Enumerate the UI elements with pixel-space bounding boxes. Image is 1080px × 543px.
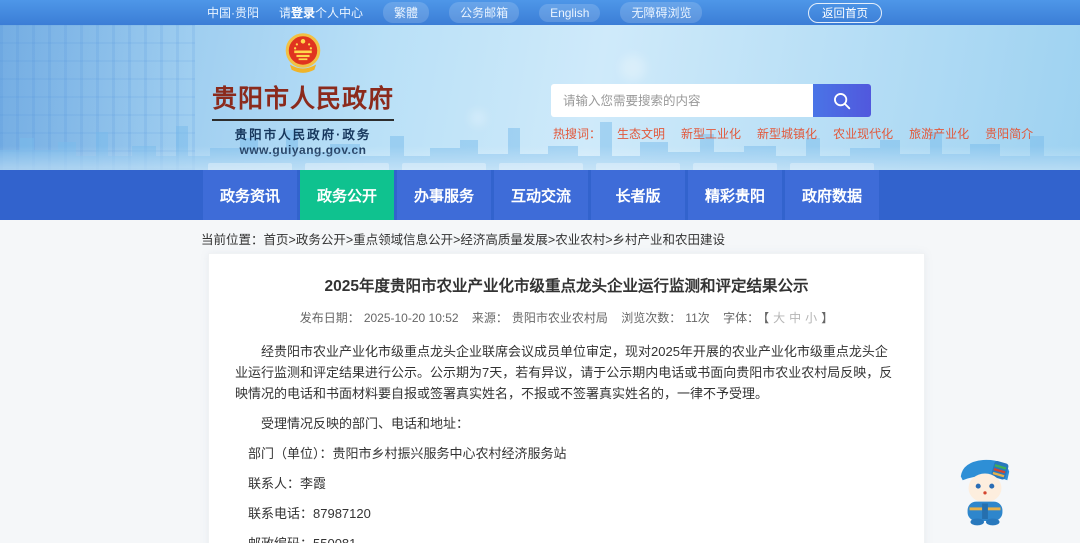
- site-url: www.guiyang.gov.cn: [239, 143, 367, 157]
- views-value: 11次: [685, 311, 710, 325]
- site-logo[interactable]: 贵阳市人民政府 贵阳市人民政府·政务 www.guiyang.gov.cn: [212, 31, 394, 157]
- site-title: 贵阳市人民政府: [212, 86, 395, 113]
- bracket-close: 】: [821, 311, 834, 325]
- bokeh-decor: [620, 55, 646, 81]
- nav-item-services[interactable]: 办事服务: [397, 163, 491, 220]
- publish-date: 2025-10-20 10:52: [363, 311, 459, 325]
- national-emblem-icon: [285, 33, 321, 73]
- contact-person: 联系人：李霞: [248, 476, 327, 491]
- hot-word-link[interactable]: 新型城镇化: [757, 125, 817, 142]
- article-meta: 发布日期： 2025-10-20 10:52 来源： 贵阳市农业农村局 浏览次数： 1…: [235, 309, 898, 326]
- nav-item-interaction[interactable]: 互动交流: [494, 163, 588, 220]
- nav-item-highlights[interactable]: 精彩贵阳: [688, 163, 782, 220]
- breadcrumb: 当前位置：首页>政务公开>重点领域信息公开>经济高质量发展>农业农村>乡村产业和…: [201, 229, 725, 248]
- font-size-medium-button[interactable]: 中: [789, 311, 801, 325]
- official-mailbox-link[interactable]: 公务邮箱: [449, 2, 520, 23]
- font-size-label: 字体：: [723, 311, 760, 325]
- hot-word-link[interactable]: 生态文明: [617, 125, 665, 142]
- nav-item-gov-data[interactable]: 政府数据: [785, 163, 879, 220]
- nav-item-news[interactable]: 政务资讯: [203, 163, 297, 220]
- publish-date-label: 发布日期：: [299, 311, 360, 325]
- mascot-assistant[interactable]: [954, 452, 1016, 526]
- bracket-open: 【: [763, 311, 770, 325]
- accessibility-link[interactable]: 无障碍浏览: [620, 2, 703, 23]
- hot-search-label: 热搜词：: [553, 127, 602, 141]
- article-paragraph: 经贵阳市农业产业化市级重点龙头企业联席会议成员单位审定，现对2025年开展的农业…: [235, 344, 893, 401]
- region-link[interactable]: 中国·贵阳: [207, 4, 259, 21]
- topbar: 中国·贵阳 请登录个人中心 繁體 公务邮箱 English 无障碍浏览 返回首页: [0, 0, 1080, 25]
- login-prefix: 请: [279, 6, 292, 20]
- main-nav: 政务资讯 政务公开 办事服务 互动交流 长者版 精彩贵阳 政府数据: [0, 163, 1080, 220]
- return-home-button[interactable]: 返回首页: [808, 3, 882, 23]
- mascot-icon: [958, 459, 1012, 526]
- search-input[interactable]: [551, 84, 813, 117]
- contact-department: 部门（单位）：贵阳市乡村振兴服务中心农村经济服务站: [248, 446, 567, 461]
- source-label: 来源：: [471, 311, 508, 325]
- login-bold: 登录: [291, 6, 316, 20]
- hot-word-link[interactable]: 贵阳简介: [985, 125, 1033, 142]
- views-label: 浏览次数：: [621, 311, 682, 325]
- source-value: 贵阳市农业农村局: [511, 311, 608, 325]
- search-bar: [551, 84, 871, 117]
- english-link[interactable]: English: [539, 3, 601, 22]
- search-button[interactable]: [813, 84, 871, 117]
- tech-pattern-decor: [0, 25, 195, 170]
- article-title: 2025年度贵阳市农业产业化市级重点龙头企业运行监测和评定结果公示: [324, 278, 809, 295]
- nav-item-elderly-version[interactable]: 长者版: [591, 163, 685, 220]
- site-header: 贵阳市人民政府 贵阳市人民政府·政务 www.guiyang.gov.cn 热搜…: [0, 25, 1080, 170]
- article-paragraph: 受理情况反映的部门、电话和地址：: [261, 416, 470, 431]
- page: 中国·贵阳 请登录个人中心 繁體 公务邮箱 English 无障碍浏览 返回首页: [0, 0, 1080, 543]
- traditional-chinese-link[interactable]: 繁體: [383, 2, 430, 23]
- nav-item-disclosure[interactable]: 政务公开: [300, 163, 394, 220]
- login-suffix: 个人中心: [315, 6, 364, 20]
- postal-code: 邮政编码：550081: [235, 533, 898, 543]
- font-size-large-button[interactable]: 大: [773, 311, 785, 325]
- breadcrumb-label: 当前位置：: [201, 233, 264, 247]
- site-subtitle: 贵阳市人民政府·政务: [212, 119, 394, 143]
- font-size-small-button[interactable]: 小: [805, 311, 817, 325]
- hot-word-link[interactable]: 农业现代化: [833, 125, 893, 142]
- contact-phone: 联系电话：87987120: [248, 506, 371, 521]
- login-link[interactable]: 请登录个人中心: [279, 4, 363, 21]
- hot-search-row: 热搜词： 生态文明 新型工业化 新型城镇化 农业现代化 旅游产业化 贵阳简介: [553, 125, 1033, 142]
- search-icon: [834, 92, 851, 109]
- hot-word-link[interactable]: 新型工业化: [681, 125, 741, 142]
- hot-word-link[interactable]: 旅游产业化: [909, 125, 969, 142]
- article-card: 2025年度贵阳市农业产业化市级重点龙头企业运行监测和评定结果公示 发布日期： 2…: [208, 253, 925, 543]
- breadcrumb-path[interactable]: 首页>政务公开>重点领域信息公开>经济高质量发展>农业农村>乡村产业和农田建设: [264, 233, 726, 247]
